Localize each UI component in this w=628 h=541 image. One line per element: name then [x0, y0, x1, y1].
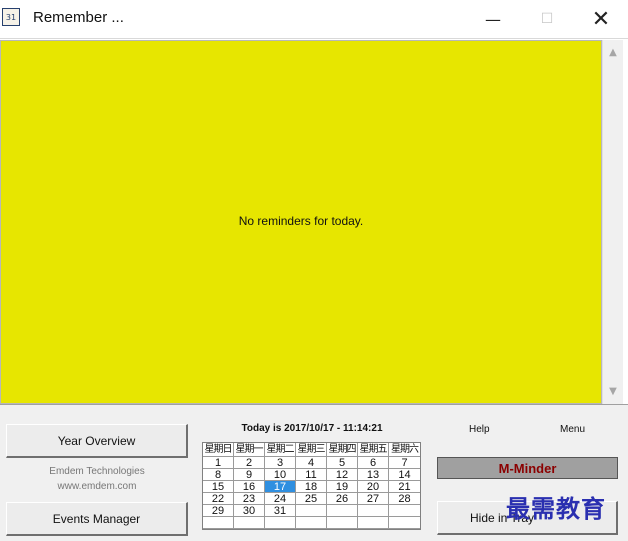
calendar-day[interactable]: 29 [203, 505, 234, 517]
window-title: Remember ... [33, 9, 124, 26]
calendar-day[interactable]: 26 [327, 493, 358, 505]
reminder-content-area: No reminders for today. [0, 40, 602, 404]
scroll-down-arrow-icon[interactable]: ▼ [603, 382, 623, 402]
calendar-week-row: 8 9 10 11 12 13 14 [203, 469, 420, 481]
no-reminders-message: No reminders for today. [238, 214, 364, 228]
calendar-day[interactable]: 20 [358, 481, 389, 493]
calendar-week-row: 1234567 [203, 457, 420, 469]
calendar-day[interactable]: 2 [234, 457, 265, 469]
calendar-icon[interactable]: 31 [2, 8, 20, 26]
calendar-day[interactable]: 4 [296, 457, 327, 469]
calendar-empty-cell [265, 517, 296, 529]
calendar-day[interactable]: 24 [265, 493, 296, 505]
calendar-empty-cell [296, 505, 327, 517]
weekday-header: 星期六 [389, 444, 420, 457]
calendar-week-row [203, 517, 420, 529]
calendar-week-row: 29 30 31 [203, 505, 420, 517]
calendar-empty-cell [234, 517, 265, 529]
calendar-week-row: 15 16 17 18 19 20 21 [203, 481, 420, 493]
calendar-day[interactable]: 12 [327, 469, 358, 481]
calendar-empty-cell [203, 517, 234, 529]
calendar-day[interactable]: 31 [265, 505, 296, 517]
title-bar: 31 Remember ... — ☐ ✕ [0, 0, 628, 39]
scroll-up-arrow-icon[interactable]: ▲ [603, 43, 623, 63]
calendar-empty-cell [327, 505, 358, 517]
company-name: Emdem Technologies [49, 466, 145, 477]
calendar-day[interactable]: 15 [203, 481, 234, 493]
calendar-empty-cell [389, 517, 420, 529]
weekday-header: 星期二 [265, 443, 296, 457]
help-link[interactable]: Help [469, 424, 490, 435]
weekday-header: 星期五 [358, 443, 389, 457]
calendar-day[interactable]: 3 [265, 457, 296, 469]
calendar-empty-cell [358, 505, 389, 517]
watermark: 最需教育 [506, 494, 606, 523]
calendar-empty-cell [296, 517, 327, 529]
calendar-day[interactable]: 8 [203, 469, 234, 481]
vertical-scrollbar[interactable]: ▲ ▼ [602, 40, 623, 404]
year-overview-button[interactable]: Year Overview [6, 424, 188, 458]
events-manager-button[interactable]: Events Manager [6, 502, 188, 536]
weekday-header: 星期三 [296, 443, 327, 457]
calendar-day[interactable]: 19 [327, 481, 358, 493]
calendar-day[interactable]: 9 [234, 469, 265, 481]
calendar-day[interactable]: 18 [296, 481, 327, 493]
minimize-button[interactable]: — [466, 0, 520, 38]
calendar-day[interactable]: 16 [234, 481, 265, 493]
calendar-day[interactable]: 1 [203, 457, 234, 469]
company-url: www.emdem.com [57, 481, 137, 492]
close-button[interactable]: ✕ [574, 0, 628, 38]
calendar-empty-cell [327, 517, 358, 529]
calendar-day[interactable]: 27 [358, 493, 389, 505]
today-datetime: Today is 2017/10/17 - 11:14:21 [241, 423, 383, 434]
calendar-day-today[interactable]: 17 [265, 481, 296, 493]
month-calendar: 星期日 星期一 星期二 星期三 星期四 星期五 星期六 1 2 3 4 5 6 7 8 9 10 11 12 13 14… [202, 442, 421, 530]
calendar-day[interactable]: 6 [358, 457, 389, 469]
calendar-day[interactable]: 21 [389, 481, 420, 493]
calendar-week-row: 22 23 24 25 26 27 28 [203, 493, 420, 505]
calendar-empty-cell [358, 517, 389, 529]
calendar-day[interactable]: 5 [327, 457, 358, 469]
m-minder-label: M-Minder [437, 457, 618, 479]
calendar-day[interactable]: 13 [358, 469, 389, 481]
calendar-empty-cell [389, 505, 420, 517]
calendar-day[interactable]: 23 [234, 493, 265, 505]
weekday-header: 星期一 [234, 443, 265, 457]
menu-link[interactable]: Menu [560, 424, 585, 435]
calendar-day[interactable]: 25 [296, 493, 327, 505]
calendar-day[interactable]: 28 [389, 493, 420, 505]
maximize-button[interactable]: ☐ [520, 0, 574, 38]
calendar-day[interactable]: 7 [389, 457, 420, 469]
calendar-day[interactable]: 30 [234, 505, 265, 517]
calendar-day[interactable]: 11 [296, 469, 327, 481]
weekday-header: 星期日 [203, 443, 234, 457]
calendar-day[interactable]: 10 [265, 469, 296, 481]
calendar-day[interactable]: 14 [389, 469, 420, 481]
calendar-header-row: 星期日 星期一 星期二 星期三 星期四 星期五 星期六 [203, 443, 420, 457]
calendar-day[interactable]: 22 [203, 493, 234, 505]
weekday-header: 星期四 [327, 443, 358, 457]
